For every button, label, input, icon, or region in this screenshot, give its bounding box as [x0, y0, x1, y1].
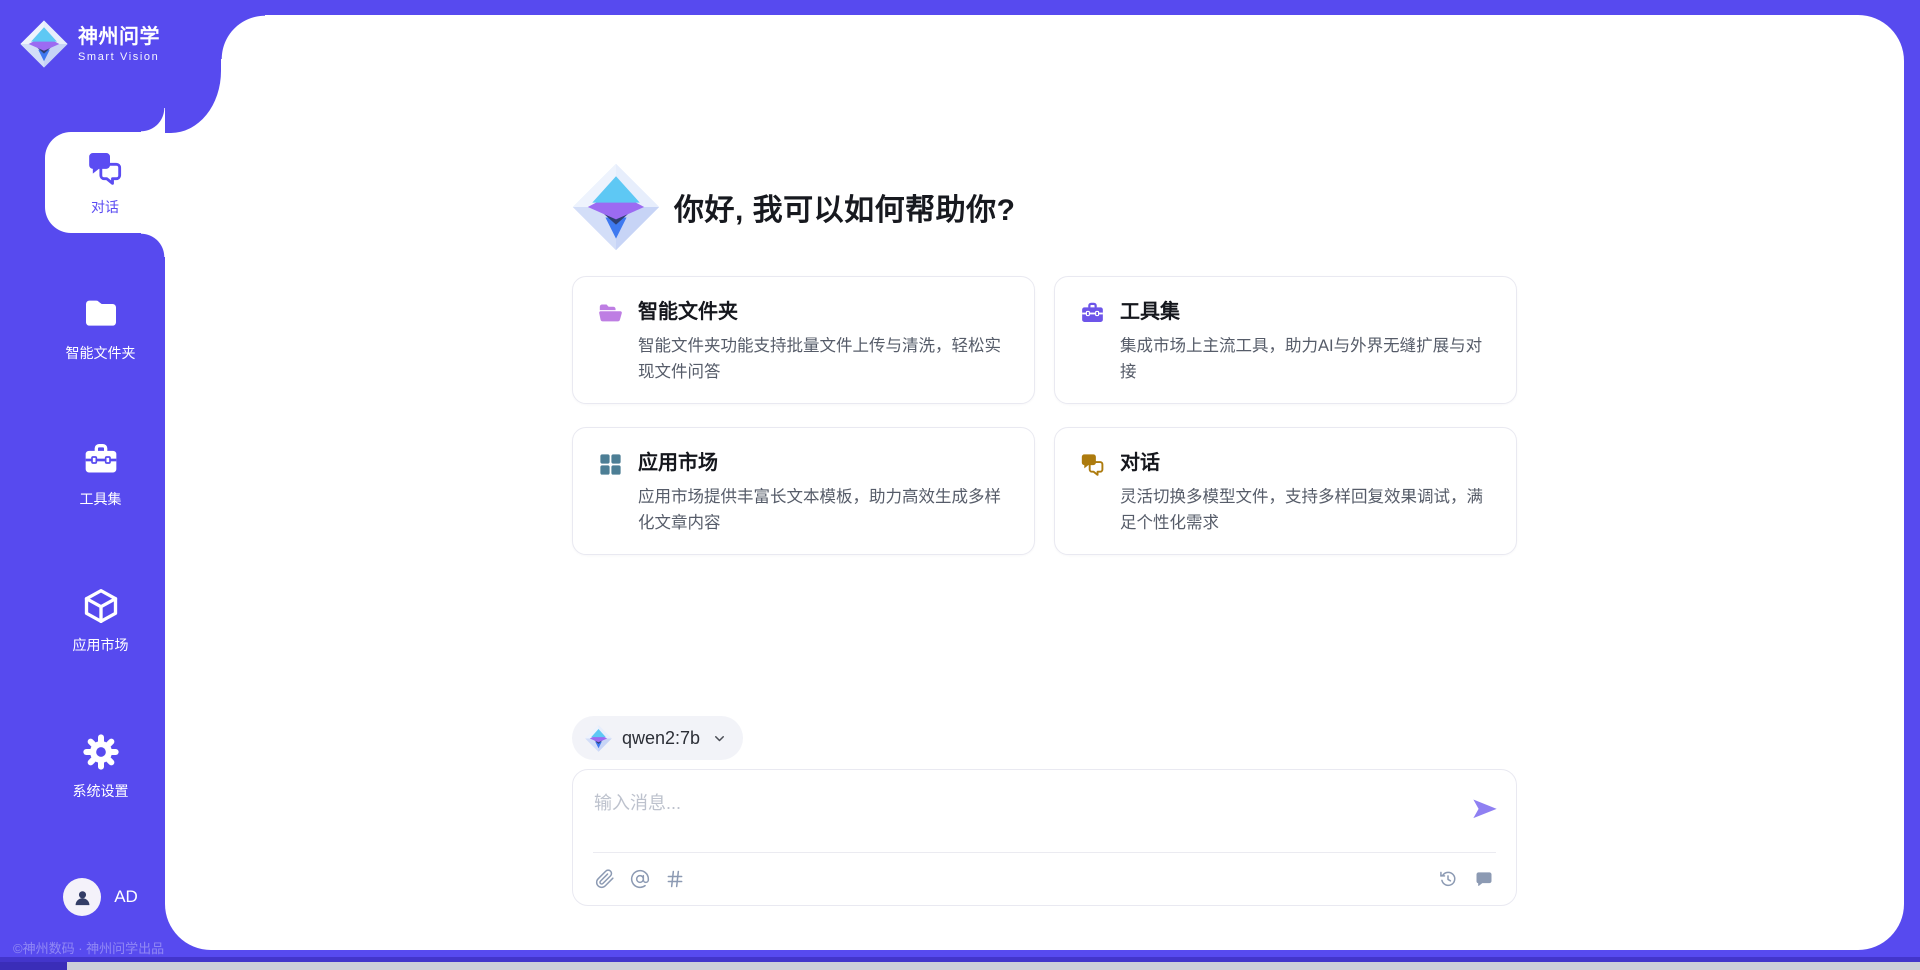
chat-icon [1079, 451, 1106, 478]
cube-icon [81, 586, 121, 626]
sidebar-item-system-settings[interactable]: 系统设置 [0, 716, 165, 817]
copyright-footer: ©神州数码 · 神州问学出品 [13, 938, 164, 957]
sidebar-item-chat[interactable]: 对话 [45, 132, 165, 233]
gear-icon [81, 732, 121, 772]
model-selector[interactable]: qwen2:7b [572, 716, 743, 760]
card-title: 应用市场 [638, 450, 1010, 477]
comments-icon[interactable] [1474, 869, 1494, 889]
card-app-market[interactable]: 应用市场 应用市场提供丰富长文本模板，助力高效生成多样化文章内容 [572, 427, 1035, 555]
chat-icon [85, 148, 125, 188]
toolbox-icon [1079, 300, 1106, 327]
greeting-text: 你好, 我可以如何帮助你? [674, 185, 1016, 229]
greeting: 你好, 我可以如何帮助你? [572, 163, 1016, 251]
sidebar-item-label: 智能文件夹 [66, 343, 136, 363]
chevron-down-icon [712, 731, 727, 746]
card-description: 集成市场上主流工具，助力AI与外界无缝扩展与对接 [1120, 333, 1492, 385]
composer-toolbar [573, 853, 1516, 905]
assistant-diamond-icon [572, 163, 660, 251]
horizontal-scrollbar[interactable] [0, 962, 1920, 970]
avatar [63, 878, 101, 916]
toolbox-icon [81, 440, 121, 480]
sidebar-item-label: 对话 [91, 197, 119, 217]
sidebar-item-label: 系统设置 [73, 781, 129, 801]
message-input[interactable] [573, 770, 1418, 842]
main-content: 你好, 我可以如何帮助你? 智能文件夹 智能文件夹功能支持批量文件上传与清洗，轻… [572, 15, 1517, 950]
sidebar-item-app-market[interactable]: 应用市场 [0, 570, 165, 671]
composer-toolbar-right [1438, 869, 1494, 889]
sidebar-nav: 对话 智能文件夹 工具集 应用市场 系统设置 [0, 132, 165, 862]
card-title: 对话 [1120, 450, 1492, 477]
card-description: 智能文件夹功能支持批量文件上传与清洗，轻松实现文件问答 [638, 333, 1010, 385]
history-icon[interactable] [1438, 869, 1458, 889]
card-title: 工具集 [1120, 299, 1492, 326]
sidebar-item-smart-folders[interactable]: 智能文件夹 [0, 278, 165, 379]
person-icon [71, 886, 94, 909]
card-title: 智能文件夹 [638, 299, 1010, 326]
card-description: 应用市场提供丰富长文本模板，助力高效生成多样化文章内容 [638, 484, 1010, 536]
main-panel: 你好, 我可以如何帮助你? 智能文件夹 智能文件夹功能支持批量文件上传与清洗，轻… [165, 15, 1904, 950]
card-smart-folders[interactable]: 智能文件夹 智能文件夹功能支持批量文件上传与清洗，轻松实现文件问答 [572, 276, 1035, 404]
hash-icon[interactable] [665, 869, 685, 889]
send-icon [1471, 796, 1499, 824]
model-diamond-icon [585, 725, 612, 752]
feature-cards: 智能文件夹 智能文件夹功能支持批量文件上传与清洗，轻松实现文件问答 工具集 集成… [572, 276, 1517, 555]
user-profile[interactable]: AD [36, 878, 165, 916]
card-description: 灵活切换多模型文件，支持多样回复效果调试，满足个性化需求 [1120, 484, 1492, 536]
brand-name: 神州问学 [78, 25, 160, 49]
folder-open-icon [597, 300, 624, 327]
grid-icon [597, 451, 624, 478]
brand: 神州问学 Smart Vision [0, 0, 165, 68]
sidebar-item-label: 工具集 [80, 489, 122, 509]
folder-icon [81, 294, 121, 334]
scrollbar-corner [0, 962, 67, 970]
model-name: qwen2:7b [622, 728, 700, 749]
brand-subtitle: Smart Vision [78, 51, 160, 63]
paperclip-icon[interactable] [595, 869, 615, 889]
card-toolset[interactable]: 工具集 集成市场上主流工具，助力AI与外界无缝扩展与对接 [1054, 276, 1517, 404]
user-name: AD [114, 887, 138, 907]
sidebar-item-label: 应用市场 [73, 635, 129, 655]
sidebar: 神州问学 Smart Vision 对话 智能文件夹 工具集 应用市场 系统设置 [0, 0, 165, 970]
card-chat[interactable]: 对话 灵活切换多模型文件，支持多样回复效果调试，满足个性化需求 [1054, 427, 1517, 555]
brand-diamond-icon [20, 20, 68, 68]
panel-top-left-notch [165, 15, 221, 133]
message-composer [572, 769, 1517, 906]
at-sign-icon[interactable] [630, 869, 650, 889]
sidebar-item-toolset[interactable]: 工具集 [0, 424, 165, 525]
send-button[interactable] [1471, 796, 1499, 824]
panel-notch-fillet [221, 15, 265, 59]
